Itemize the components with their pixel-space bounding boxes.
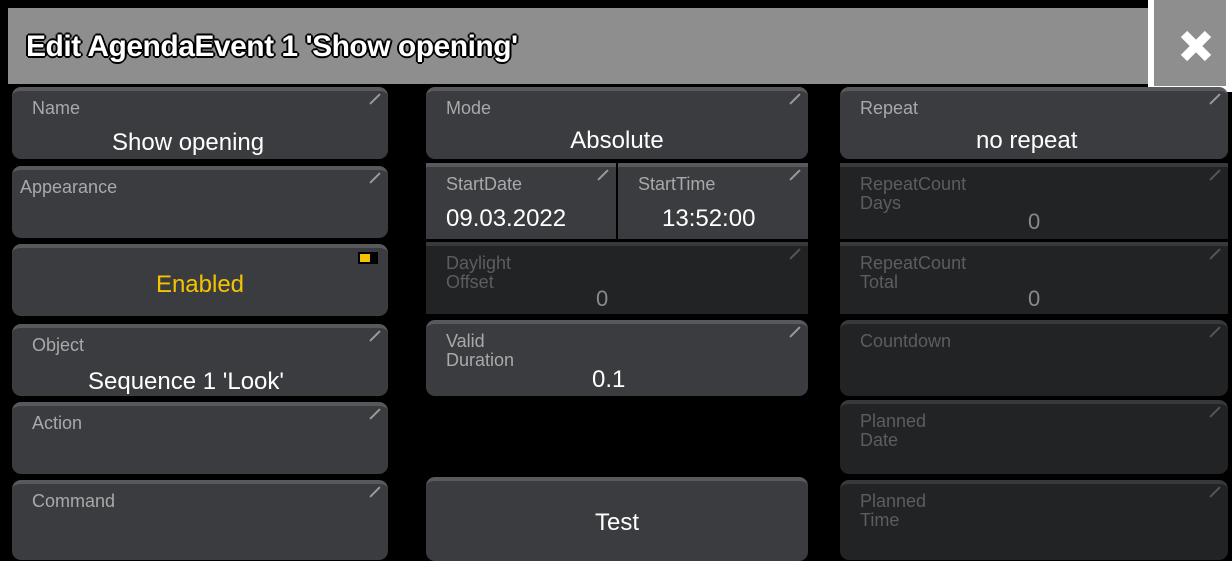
valid-duration-value: 0.1 [592, 366, 626, 393]
edit-corner-icon [1210, 93, 1222, 105]
startdate-field[interactable]: StartDate 09.03.2022 [426, 163, 616, 239]
appearance-field[interactable]: Appearance [12, 166, 388, 238]
edit-corner-icon [1210, 248, 1222, 260]
mode-value: Absolute [570, 127, 664, 154]
mode-label: Mode [446, 98, 492, 118]
planned-time-field: Planned Time [840, 480, 1228, 560]
repeatcount-days-line2: Days [860, 193, 902, 213]
daylight-offset-value: 0 [596, 286, 609, 311]
planned-date-line1: Planned [860, 411, 927, 431]
repeatcount-total-line1: RepeatCount [860, 253, 967, 273]
edit-corner-icon [790, 169, 802, 181]
close-x-icon [1180, 30, 1212, 62]
starttime-label: StartTime [638, 174, 716, 194]
close-button[interactable] [1148, 0, 1232, 92]
daylight-offset-field: Daylight Offset 0 [426, 242, 808, 314]
valid-duration-label: Valid Duration [446, 332, 514, 370]
title-bar: Edit AgendaEvent 1 'Show opening' [8, 8, 1148, 84]
countdown-field: Countdown [840, 320, 1228, 396]
name-label: Name [32, 98, 81, 118]
test-label: Test [594, 509, 639, 536]
daylight-label-line2: Offset [446, 272, 494, 292]
repeatcount-total-field: RepeatCount Total 0 [840, 242, 1228, 314]
edit-corner-icon [1210, 486, 1222, 498]
valid-duration-field[interactable]: Valid Duration 0.1 [426, 320, 808, 396]
repeat-field[interactable]: Repeat no repeat [840, 87, 1228, 159]
command-field[interactable]: Command [12, 480, 388, 560]
object-label: Object [32, 335, 85, 355]
repeatcount-days-label: RepeatCount Days [860, 175, 966, 213]
starttime-field[interactable]: StartTime 13:52:00 [618, 163, 808, 239]
name-value: Show opening [112, 129, 265, 156]
edit-corner-icon [1210, 169, 1222, 181]
mode-field[interactable]: Mode Absolute [426, 87, 808, 159]
test-button[interactable]: Test [426, 477, 808, 561]
repeatcount-days-value: 0 [1028, 209, 1041, 234]
toggle-indicator-icon [358, 252, 378, 264]
starttime-value: 13:52:00 [662, 205, 756, 232]
edit-corner-icon [370, 93, 382, 105]
planned-time-line2: Time [860, 510, 900, 530]
action-label: Action [32, 413, 83, 433]
command-label: Command [32, 491, 116, 511]
planned-time-label: Planned Time [860, 492, 926, 530]
edit-corner-icon [370, 408, 382, 420]
planned-date-line2: Date [860, 430, 899, 450]
repeat-value: no repeat [976, 127, 1078, 154]
edit-corner-icon [1210, 406, 1222, 418]
repeatcount-total-line2: Total [860, 272, 899, 292]
repeatcount-days-line1: RepeatCount [860, 174, 967, 194]
name-field[interactable]: Name Show opening [12, 87, 388, 159]
valid-label-line2: Duration [446, 350, 515, 370]
object-value: Sequence 1 'Look' [88, 368, 284, 395]
repeatcount-days-field: RepeatCount Days 0 [840, 163, 1228, 239]
daylight-offset-label: Daylight Offset [446, 254, 511, 292]
edit-corner-icon [790, 326, 802, 338]
countdown-label: Countdown [860, 331, 952, 351]
startdate-value: 09.03.2022 [446, 205, 567, 232]
object-field[interactable]: Object Sequence 1 'Look' [12, 324, 388, 396]
edit-corner-icon [598, 169, 610, 181]
action-field[interactable]: Action [12, 402, 388, 474]
repeat-label: Repeat [860, 98, 919, 118]
edit-corner-icon [370, 330, 382, 342]
planned-date-field: Planned Date [840, 400, 1228, 474]
planned-date-label: Planned Date [860, 412, 926, 450]
appearance-label: Appearance [20, 177, 118, 197]
edit-corner-icon [370, 172, 382, 184]
edit-corner-icon [1210, 326, 1222, 338]
edit-corner-icon [370, 486, 382, 498]
enabled-toggle[interactable]: Enabled [12, 244, 388, 316]
planned-time-line1: Planned [860, 491, 927, 511]
enabled-label: Enabled [155, 271, 245, 298]
daylight-label-line1: Daylight [446, 253, 512, 273]
repeatcount-total-label: RepeatCount Total [860, 254, 966, 292]
repeatcount-total-value: 0 [1028, 286, 1041, 311]
startdate-label: StartDate [446, 174, 523, 194]
edit-corner-icon [790, 248, 802, 260]
edit-corner-icon [790, 93, 802, 105]
valid-label-line1: Valid [446, 331, 485, 351]
dialog-title: Edit AgendaEvent 1 'Show opening' [26, 30, 518, 63]
